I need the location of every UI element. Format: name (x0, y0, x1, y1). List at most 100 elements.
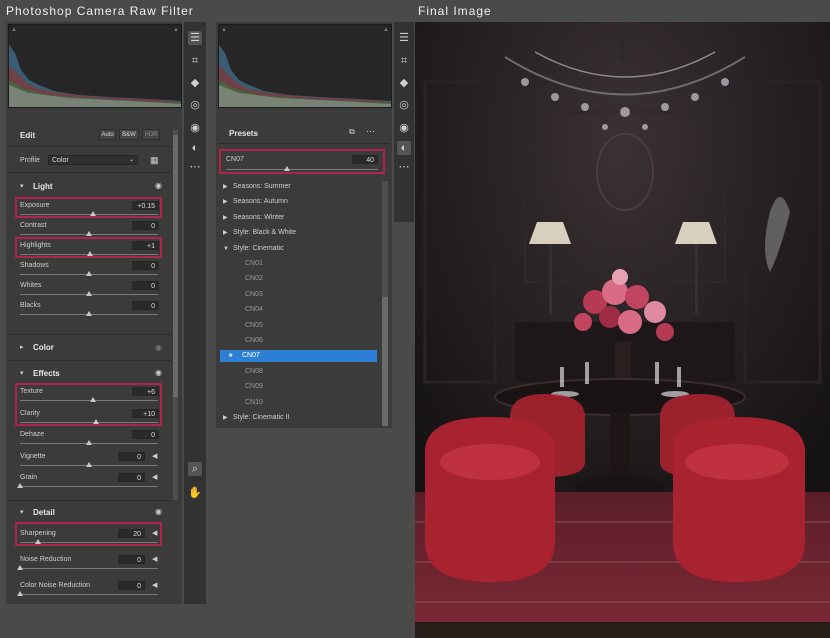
vignette-label: Vignette (20, 452, 46, 460)
grain-expand-icon[interactable]: ◀ (152, 473, 157, 481)
new-preset-icon[interactable]: ⧉ (349, 127, 355, 137)
preset-item[interactable]: CN10 (223, 397, 373, 409)
more-options-icon[interactable]: ⋯ (366, 126, 375, 137)
whites-slider-thumb[interactable] (86, 291, 92, 296)
presets-icon[interactable]: ◐ (188, 141, 202, 155)
profile-select[interactable]: Color ⌄ (48, 155, 138, 165)
light-visibility-icon[interactable]: ◉ (155, 181, 162, 190)
detail-collapse-icon[interactable]: ▾ (20, 508, 24, 516)
preset-group[interactable]: ▶ Style: Black & White (223, 227, 373, 239)
preset-group[interactable]: ▶ Style: Cinematic II (223, 412, 373, 424)
preset-item[interactable]: CN09 (223, 381, 373, 393)
clip-shadows-icon[interactable]: ▲ (11, 27, 17, 33)
shadows-value[interactable]: 0 (132, 261, 159, 270)
dehaze-value[interactable]: 0 (132, 430, 159, 439)
eye-icon[interactable]: ◉ (188, 121, 202, 135)
clip-highlights-icon[interactable]: ▲ (383, 27, 389, 33)
eye-icon[interactable]: ◉ (397, 121, 411, 135)
zoom-icon[interactable]: ⌕ (188, 462, 202, 476)
sliders-icon[interactable]: ☰ (188, 31, 202, 45)
preset-group[interactable]: ▶ Seasons: Summer (223, 181, 373, 193)
color-noise-reduction-slider-thumb[interactable] (17, 591, 23, 596)
sliders-icon[interactable]: ☰ (397, 31, 411, 45)
noise-reduction-slider-track[interactable] (20, 568, 158, 569)
chevron-right-icon: ▶ (223, 214, 228, 221)
final-image (415, 22, 830, 638)
color-noise-reduction-value[interactable]: 0 (118, 581, 145, 590)
effects-collapse-icon[interactable]: ▾ (20, 369, 24, 377)
contrast-value[interactable]: 0 (132, 221, 159, 230)
effects-title[interactable]: Effects (33, 369, 60, 378)
detail-visibility-icon[interactable]: ◉ (155, 507, 162, 516)
light-collapse-icon[interactable]: ▾ (20, 182, 24, 190)
mask-icon[interactable]: ◎ (397, 98, 411, 112)
preset-label: CN07 (242, 352, 260, 360)
hand-icon[interactable]: ✋ (188, 486, 202, 500)
chevron-down-icon: ⌄ (128, 157, 134, 163)
auto-button[interactable]: Auto (99, 129, 116, 140)
dehaze-slider-thumb[interactable] (86, 440, 92, 445)
profile-browser-icon[interactable]: ▦ (150, 155, 159, 166)
edit-scrollbar-thumb[interactable] (173, 135, 178, 397)
color-expand-icon[interactable]: ▸ (20, 343, 24, 351)
noise-reduction-slider-thumb[interactable] (17, 565, 23, 570)
crop-icon[interactable]: ⌗ (397, 54, 411, 68)
bw-button[interactable]: B&W (119, 129, 139, 140)
vignette-expand-icon[interactable]: ◀ (152, 452, 157, 460)
blacks-value[interactable]: 0 (132, 301, 159, 310)
left-caption: Photoshop Camera Raw Filter (6, 4, 194, 18)
preset-group[interactable]: ▶ Seasons: Winter (223, 212, 373, 224)
detail-title[interactable]: Detail (33, 508, 55, 517)
more-icon[interactable]: ⋯ (188, 160, 202, 174)
divider (8, 500, 172, 501)
blacks-slider-thumb[interactable] (86, 311, 92, 316)
vignette-slider-thumb[interactable] (86, 461, 92, 467)
noise-reduction-expand-icon[interactable]: ◀ (152, 555, 157, 563)
clip-shadows-icon[interactable]: ▲ (221, 27, 227, 33)
hdr-button[interactable]: HDR (142, 129, 160, 140)
presets-scrollbar-thumb[interactable] (382, 297, 388, 426)
noise-reduction-value[interactable]: 0 (118, 555, 145, 564)
chevron-right-icon: ▶ (223, 199, 228, 206)
preset-label: CN03 (245, 290, 263, 298)
preset-item[interactable]: CN02 (223, 273, 373, 285)
color-noise-reduction-label: Color Noise Reduction (20, 582, 91, 589)
mask-icon[interactable]: ◎ (188, 98, 202, 112)
presets-icon[interactable]: ◐ (397, 141, 411, 155)
preset-label: Style: Black & White (233, 229, 297, 237)
crop-icon[interactable]: ⌗ (188, 54, 202, 68)
eraser-icon[interactable]: ◆ (188, 76, 202, 90)
grain-slider-thumb[interactable] (17, 483, 23, 488)
vignette-value[interactable]: 0 (118, 451, 145, 461)
more-icon[interactable]: ⋯ (397, 160, 411, 174)
grain-slider-track[interactable] (20, 486, 158, 487)
color-visibility-icon[interactable]: ◉ (155, 343, 162, 352)
preset-item[interactable]: ★ CN07 (220, 350, 377, 363)
light-title[interactable]: Light (33, 182, 53, 191)
whites-value[interactable]: 0 (132, 281, 159, 290)
preset-item[interactable]: CN05 (223, 320, 373, 332)
preset-label: CN05 (245, 321, 263, 329)
preset-group[interactable]: ▼ Style: Cinematic (223, 243, 373, 255)
amount-highlight (219, 149, 385, 174)
preset-label: CN04 (245, 306, 263, 314)
clip-highlights-icon[interactable]: ▲ (173, 27, 179, 33)
preset-group[interactable]: ▶ Seasons: Autumn (223, 196, 373, 208)
shadows-slider-thumb[interactable] (86, 271, 92, 276)
chevron-right-icon: ▶ (223, 230, 228, 237)
preset-item[interactable]: CN03 (223, 289, 373, 301)
preset-item[interactable]: CN01 (223, 258, 373, 270)
dehaze-label: Dehaze (20, 431, 45, 438)
color-noise-reduction-slider-track[interactable] (20, 594, 158, 595)
preset-item[interactable]: CN08 (223, 366, 373, 378)
whites-label: Whites (20, 282, 42, 289)
effects-visibility-icon[interactable]: ◉ (155, 368, 162, 377)
preset-label: Seasons: Summer (233, 183, 291, 190)
color-title[interactable]: Color (33, 343, 54, 352)
contrast-slider-thumb[interactable] (86, 231, 92, 236)
grain-value[interactable]: 0 (118, 473, 145, 482)
color-noise-reduction-expand-icon[interactable]: ◀ (152, 581, 157, 589)
preset-item[interactable]: CN06 (223, 335, 373, 347)
preset-item[interactable]: CN04 (223, 304, 373, 316)
eraser-icon[interactable]: ◆ (397, 76, 411, 90)
